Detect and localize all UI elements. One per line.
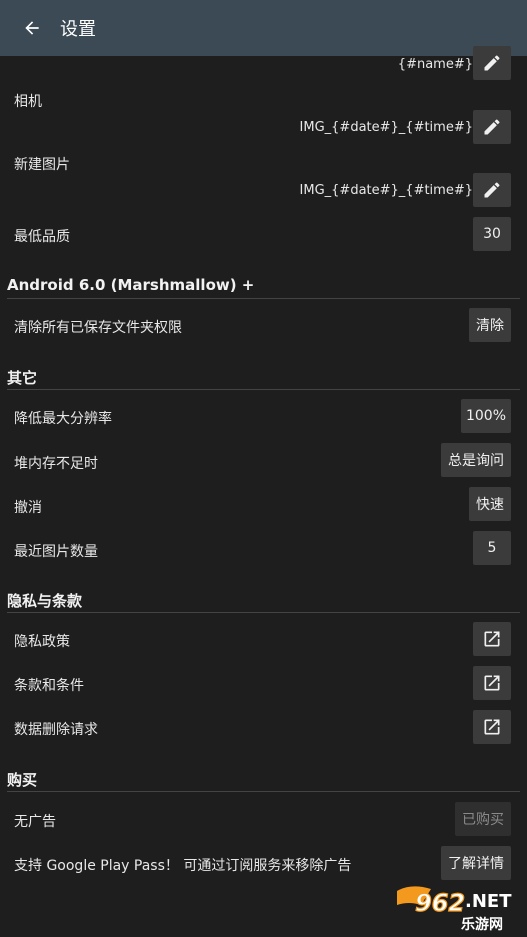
app-bar: 设置 — [0, 0, 527, 56]
recent-images-button[interactable]: 5 — [473, 531, 511, 565]
new-image-name-value: IMG_{#date#}_{#time#} — [299, 183, 473, 198]
pencil-icon — [484, 55, 500, 71]
edit-new-image-name-button[interactable] — [473, 173, 511, 207]
reduce-resolution-label: 降低最大分辨率 — [14, 411, 112, 427]
no-ads-label: 无广告 — [14, 814, 56, 830]
back-button[interactable] — [4, 0, 60, 56]
divider — [7, 389, 520, 390]
watermark-suffix: .NET — [465, 891, 512, 912]
low-memory-button[interactable]: 总是询问 — [441, 443, 511, 477]
default-name-value: {#name#} — [397, 57, 473, 72]
clear-permissions-label: 清除所有已保存文件夹权限 — [14, 320, 182, 336]
arrow-back-icon — [25, 21, 39, 35]
watermark-number: 962 — [415, 889, 465, 917]
data-deletion-label: 数据删除请求 — [14, 722, 98, 738]
divider — [7, 612, 520, 613]
section-title-other: 其它 — [7, 369, 38, 387]
privacy-policy-button[interactable] — [473, 622, 511, 656]
open-in-new-icon — [484, 719, 500, 735]
privacy-policy-label: 隐私政策 — [14, 634, 70, 650]
reduce-resolution-button[interactable]: 100% — [461, 399, 511, 433]
watermark-site: 乐游网 — [461, 916, 503, 933]
min-quality-label: 最低品质 — [14, 229, 70, 245]
divider — [7, 791, 520, 792]
learn-more-button[interactable]: 了解详情 — [441, 846, 511, 880]
page-title: 设置 — [60, 19, 96, 40]
clear-permissions-button[interactable]: 清除 — [469, 308, 511, 342]
pencil-icon — [484, 182, 500, 198]
play-pass-label: 支持 Google Play Pass！ 可通过订阅服务来移除广告 — [14, 858, 352, 874]
undo-button[interactable]: 快速 — [469, 487, 511, 521]
section-title-privacy: 隐私与条款 — [7, 592, 83, 610]
camera-label: 相机 — [14, 94, 42, 110]
edit-default-name-button[interactable] — [473, 46, 511, 80]
undo-label: 撤消 — [14, 500, 42, 516]
pencil-icon — [484, 119, 500, 135]
terms-button[interactable] — [473, 666, 511, 700]
section-title-android6: Android 6.0 (Marshmallow) + — [7, 276, 255, 294]
edit-camera-name-button[interactable] — [473, 110, 511, 144]
terms-label: 条款和条件 — [14, 678, 84, 694]
divider — [7, 298, 520, 299]
new-image-label: 新建图片 — [14, 157, 70, 173]
low-memory-label: 堆内存不足时 — [14, 456, 98, 472]
open-in-new-icon — [484, 675, 500, 691]
min-quality-button[interactable]: 30 — [473, 217, 511, 251]
camera-name-value: IMG_{#date#}_{#time#} — [299, 120, 473, 135]
section-title-purchase: 购买 — [7, 771, 38, 789]
no-ads-purchased-button[interactable]: 已购买 — [455, 802, 511, 836]
open-in-new-icon — [484, 631, 500, 647]
data-deletion-button[interactable] — [473, 710, 511, 744]
watermark-logo: 962 .NET 乐游网 — [391, 881, 523, 935]
recent-images-label: 最近图片数量 — [14, 544, 98, 560]
